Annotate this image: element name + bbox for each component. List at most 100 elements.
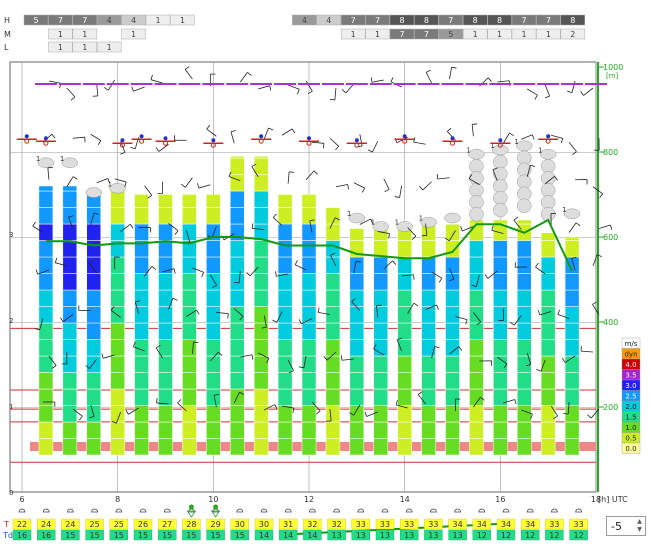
cloud-cell-value: 1 xyxy=(58,43,63,52)
thermal-segment xyxy=(302,439,316,456)
x-tick-label: 6 xyxy=(19,495,24,504)
cloud-cell-value: 8 xyxy=(570,16,575,25)
thermal-segment xyxy=(302,241,316,258)
wind-barb-flag xyxy=(562,358,565,362)
thermal-segment xyxy=(206,307,220,324)
temperature-value: 25 xyxy=(90,520,100,529)
cloud-cell-value: 7 xyxy=(521,16,526,25)
wind-barb-flag xyxy=(362,188,364,192)
cloud-count-label: 1 xyxy=(562,206,566,214)
dewpoint-row-label: Td xyxy=(2,531,13,540)
thermal-segment xyxy=(326,439,340,456)
thermal-segment xyxy=(398,406,412,423)
wind-barb xyxy=(185,178,192,188)
wind-barb-flag xyxy=(299,319,301,324)
thermal-segment xyxy=(87,356,101,373)
cloud-cell-value: 7 xyxy=(448,16,453,25)
wind-barb-flag xyxy=(268,128,273,130)
stepper-arrows[interactable]: ▲ ▼ xyxy=(635,518,644,534)
weather-icon xyxy=(527,509,533,512)
thermal-segment xyxy=(565,389,579,406)
thermal-segment xyxy=(63,389,77,406)
cloud-cell-value: 1 xyxy=(131,30,136,39)
wind-barb-flag xyxy=(174,269,175,274)
wind-barb-flag xyxy=(318,308,319,313)
thermal-segment xyxy=(254,356,268,373)
wind-barb-flag xyxy=(130,224,133,228)
temperature-value: 33 xyxy=(574,520,584,529)
thermal-segment xyxy=(63,422,77,439)
thermal-segment xyxy=(230,191,244,208)
wind-barb xyxy=(199,185,211,188)
inversion-dot-blue xyxy=(546,134,550,138)
cloud-cell-value: 7 xyxy=(58,16,63,25)
wind-barb-flag xyxy=(177,399,180,403)
wind-barb-flag xyxy=(207,125,210,129)
cloud-count-label: 1 xyxy=(108,180,112,188)
thermal-segment xyxy=(541,389,555,406)
thermal-segment xyxy=(493,439,507,456)
x-tick-label: 8 xyxy=(115,495,120,504)
weather-icon xyxy=(164,509,170,512)
thermal-segment xyxy=(446,224,460,240)
cloud-count-label: 1 xyxy=(419,214,423,222)
thermal-segment xyxy=(350,290,364,307)
x-tick-label: 10 xyxy=(208,495,218,504)
cloud-count-label: 1 xyxy=(371,219,375,227)
thermal-segment xyxy=(254,422,268,439)
thermal-segment xyxy=(182,290,196,307)
thermal-segment xyxy=(39,340,53,357)
wind-barb xyxy=(423,182,432,190)
thermal-segment xyxy=(398,422,412,439)
wind-barb-flag xyxy=(98,141,101,145)
thermal-segment xyxy=(493,340,507,357)
thermal-segment xyxy=(230,439,244,456)
thermal-segment xyxy=(517,307,531,324)
cloud-cell-value: 1 xyxy=(58,30,63,39)
thermal-segment xyxy=(87,323,101,340)
thermal-segment xyxy=(517,389,531,406)
thermal-segment xyxy=(541,290,555,307)
wind-barb xyxy=(91,134,101,140)
thermal-segment xyxy=(254,208,268,225)
thermal-segment xyxy=(565,290,579,307)
wind-barb xyxy=(288,172,289,184)
chevron-up-icon[interactable]: ▲ xyxy=(635,518,644,526)
weather-icon xyxy=(309,509,315,512)
offset-stepper[interactable]: -5 ▲ ▼ xyxy=(606,516,646,536)
cloud-row-label: M xyxy=(4,30,11,39)
thermal-segment xyxy=(541,406,555,423)
thermal-segment xyxy=(469,406,483,423)
inversion-dot-blue xyxy=(451,136,455,140)
dewpoint-value: 15 xyxy=(162,531,172,540)
inversion-dot-blue xyxy=(164,136,168,140)
thermal-segment xyxy=(326,323,340,340)
legend-label: 2.5 xyxy=(625,393,636,401)
thermal-segment xyxy=(517,439,531,456)
wind-barb xyxy=(372,141,377,152)
thermal-segment xyxy=(541,274,555,291)
thermal-segment xyxy=(111,356,125,373)
thermal-segment xyxy=(63,373,77,390)
weather-icon xyxy=(382,509,388,512)
thermal-segment xyxy=(493,373,507,390)
thermal-segment xyxy=(350,307,364,324)
temperature-value: 29 xyxy=(211,520,221,529)
dewpoint-value: 15 xyxy=(235,531,245,540)
thermal-segment xyxy=(493,389,507,406)
weather-icon xyxy=(551,509,557,512)
thermal-segment xyxy=(111,439,125,456)
wind-barb xyxy=(335,88,336,100)
thermal-segment xyxy=(87,439,101,456)
weather-icon xyxy=(455,509,461,512)
thermal-segment xyxy=(230,156,244,158)
thermal-segment xyxy=(135,439,149,456)
wind-barb-flag xyxy=(572,152,576,155)
inversion-dot-blue xyxy=(498,138,502,142)
thermal-segment xyxy=(39,241,53,258)
dewpoint-value: 16 xyxy=(17,531,27,540)
chevron-down-icon[interactable]: ▼ xyxy=(635,526,644,534)
thermal-segment xyxy=(398,307,412,324)
thermal-segment xyxy=(87,422,101,439)
wind-barb-flag xyxy=(587,415,591,418)
